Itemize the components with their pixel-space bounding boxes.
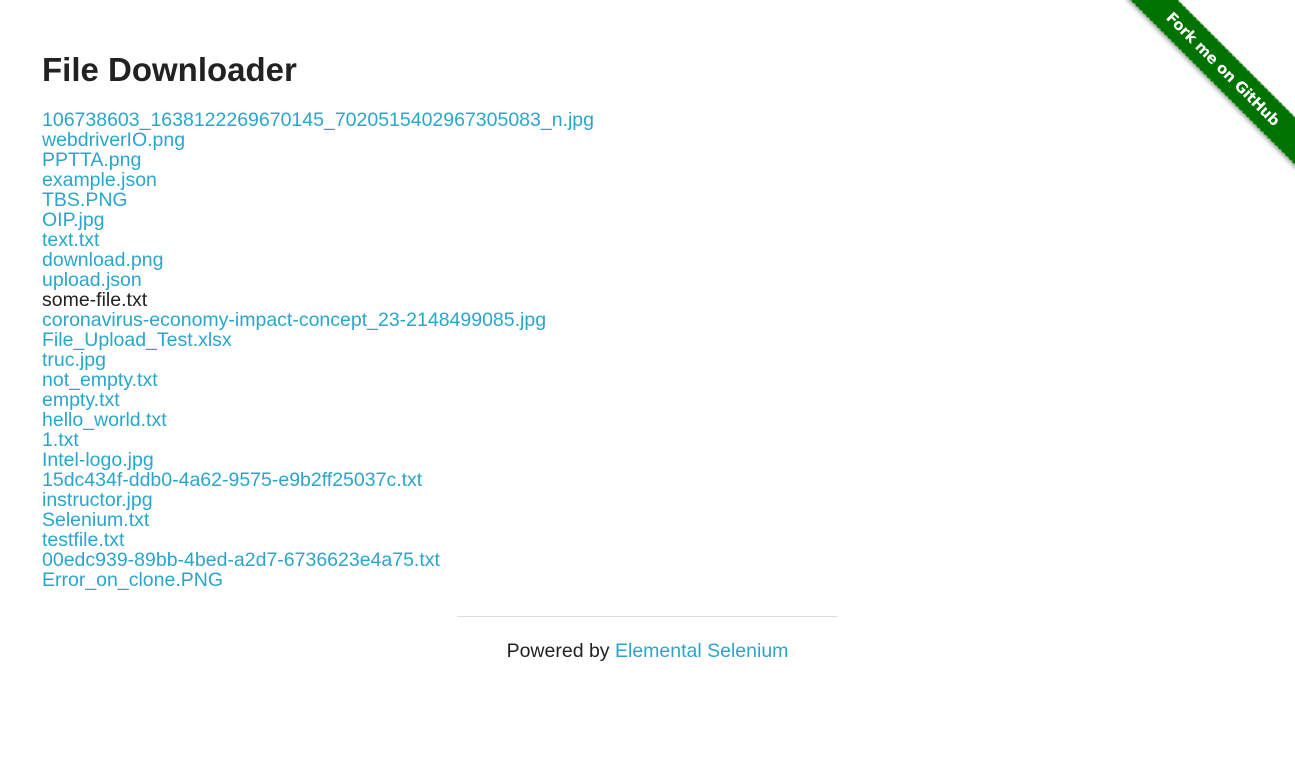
file-download-link[interactable]: instructor.jpg bbox=[42, 490, 594, 510]
file-download-link[interactable]: webdriverIO.png bbox=[42, 130, 594, 150]
file-download-link[interactable]: OIP.jpg bbox=[42, 210, 594, 230]
file-download-link[interactable]: coronavirus-economy-impact-concept_23-21… bbox=[42, 310, 594, 330]
file-download-link[interactable]: download.png bbox=[42, 250, 594, 270]
file-download-link[interactable]: not_empty.txt bbox=[42, 370, 594, 390]
file-download-link[interactable]: empty.txt bbox=[42, 390, 594, 410]
page: File Downloader 106738603_16381222696701… bbox=[0, 0, 1295, 772]
file-download-link[interactable]: Error_on_clone.PNG bbox=[42, 570, 594, 590]
file-download-link[interactable]: 106738603_1638122269670145_7020515402967… bbox=[42, 110, 594, 130]
file-download-link[interactable]: Selenium.txt bbox=[42, 510, 594, 530]
file-download-link[interactable]: 00edc939-89bb-4bed-a2d7-6736623e4a75.txt bbox=[42, 550, 594, 570]
file-download-link[interactable]: upload.json bbox=[42, 270, 594, 290]
footer-prefix: Powered by bbox=[506, 640, 615, 662]
elemental-selenium-link[interactable]: Elemental Selenium bbox=[615, 640, 788, 662]
fork-me-on-github-ribbon[interactable]: Fork me on GitHub bbox=[1125, 0, 1295, 170]
file-download-link[interactable]: truc.jpg bbox=[42, 350, 594, 370]
file-list: 106738603_1638122269670145_7020515402967… bbox=[42, 110, 594, 590]
file-download-link[interactable]: text.txt bbox=[42, 230, 594, 250]
file-download-link[interactable]: example.json bbox=[42, 170, 594, 190]
footer-divider bbox=[457, 616, 837, 617]
file-download-link[interactable]: Intel-logo.jpg bbox=[42, 450, 594, 470]
page-title: File Downloader bbox=[42, 51, 297, 88]
file-download-link[interactable]: TBS.PNG bbox=[42, 190, 594, 210]
file-download-link[interactable]: some-file.txt bbox=[42, 290, 594, 310]
footer: Powered by Elemental Selenium bbox=[0, 638, 1295, 664]
file-download-link[interactable]: File_Upload_Test.xlsx bbox=[42, 330, 594, 350]
file-download-link[interactable]: 15dc434f-ddb0-4a62-9575-e9b2ff25037c.txt bbox=[42, 470, 594, 490]
main-content: File Downloader 106738603_16381222696701… bbox=[42, 48, 594, 590]
file-download-link[interactable]: hello_world.txt bbox=[42, 410, 594, 430]
github-ribbon-container: Fork me on GitHub bbox=[1125, 0, 1295, 170]
file-download-link[interactable]: testfile.txt bbox=[42, 530, 594, 550]
file-download-link[interactable]: 1.txt bbox=[42, 430, 594, 450]
file-download-link[interactable]: PPTTA.png bbox=[42, 150, 594, 170]
